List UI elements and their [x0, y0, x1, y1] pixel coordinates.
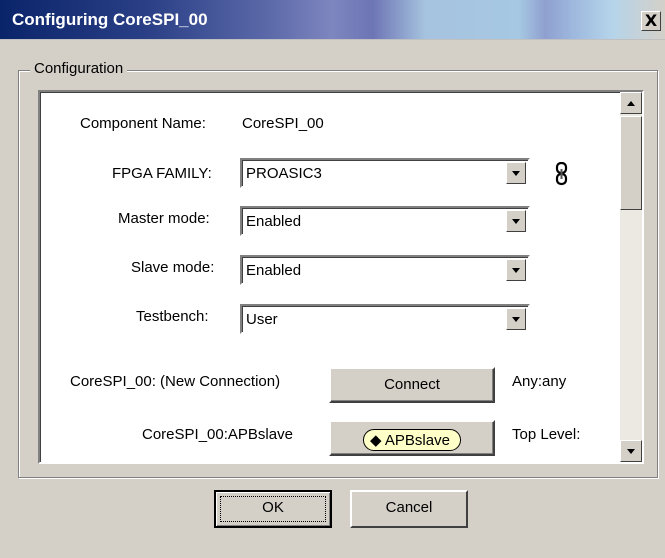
title-bar: Configuring CoreSPI_00 X	[0, 0, 665, 40]
connect-button-label: Connect	[384, 376, 440, 393]
new-connection-status: Any:any	[512, 373, 567, 390]
apbslave-connection-button[interactable]: ◆ APBslave	[329, 420, 495, 456]
testbench-dropdown-button[interactable]	[506, 308, 526, 330]
testbench-value: User	[246, 311, 278, 328]
chevron-down-icon	[512, 317, 520, 322]
arrow-up-icon	[627, 101, 635, 106]
apbslave-connection-label: CoreSPI_00:APBslave	[142, 426, 293, 443]
chain-link-icon[interactable]	[554, 161, 570, 186]
fpga-family-dropdown[interactable]: PROASIC3	[240, 158, 530, 188]
component-name-label: Component Name:	[80, 115, 206, 132]
diamond-icon: ◆	[370, 432, 382, 449]
slave-mode-dropdown[interactable]: Enabled	[240, 255, 530, 285]
master-mode-dropdown[interactable]: Enabled	[240, 206, 530, 236]
vertical-scrollbar[interactable]	[620, 92, 642, 462]
focus-ring	[220, 496, 326, 522]
scroll-thumb[interactable]	[620, 116, 642, 210]
chevron-down-icon	[512, 219, 520, 224]
scroll-up-button[interactable]	[620, 92, 642, 114]
component-name-value: CoreSPI_00	[242, 115, 324, 132]
apbslave-pill-label: APBslave	[384, 432, 450, 449]
window-title: Configuring CoreSPI_00	[12, 10, 208, 29]
arrow-down-icon	[627, 449, 635, 454]
apbslave-connection-status: Top Level:	[512, 426, 581, 443]
fpga-family-dropdown-button[interactable]	[506, 162, 526, 184]
close-button[interactable]: X	[641, 11, 661, 31]
slave-mode-dropdown-button[interactable]	[506, 259, 526, 281]
fpga-family-value: PROASIC3	[246, 165, 322, 182]
cancel-button[interactable]: Cancel	[350, 490, 468, 528]
new-connection-label: CoreSPI_00: (New Connection)	[70, 373, 281, 390]
configuration-legend: Configuration	[30, 60, 128, 77]
master-mode-label: Master mode:	[118, 210, 210, 227]
cancel-button-label: Cancel	[385, 499, 433, 516]
chevron-down-icon	[512, 171, 520, 176]
scroll-down-button[interactable]	[620, 440, 642, 462]
slave-mode-label: Slave mode:	[131, 259, 215, 276]
chevron-down-icon	[512, 268, 520, 273]
apbslave-pill: ◆ APBslave	[363, 429, 461, 451]
configuration-panel: Component Name: CoreSPI_00 FPGA FAMILY: …	[38, 90, 644, 464]
ok-button[interactable]: OK	[214, 490, 332, 528]
master-mode-dropdown-button[interactable]	[506, 210, 526, 232]
testbench-dropdown[interactable]: User	[240, 304, 530, 334]
slave-mode-value: Enabled	[246, 262, 302, 279]
fpga-family-label: FPGA FAMILY:	[112, 165, 212, 182]
close-icon: X	[644, 11, 658, 30]
master-mode-value: Enabled	[246, 213, 302, 230]
connect-button[interactable]: Connect	[329, 367, 495, 403]
testbench-label: Testbench:	[136, 308, 209, 325]
